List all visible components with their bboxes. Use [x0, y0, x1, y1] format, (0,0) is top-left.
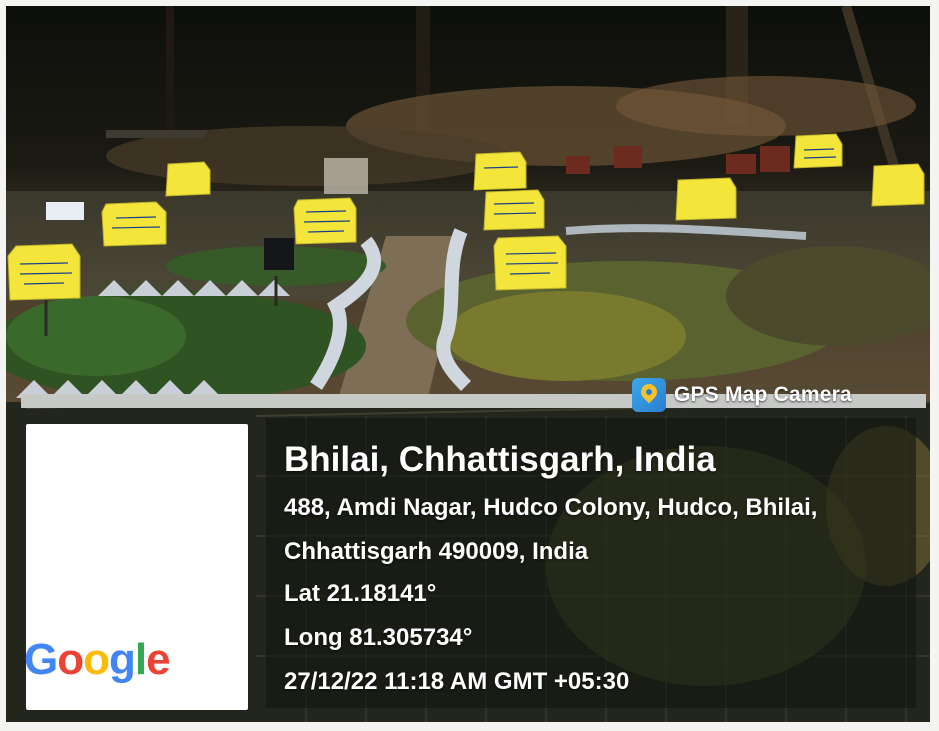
location-title: Bhilai, Chhattisgarh, India — [284, 440, 716, 479]
google-logo-letter: l — [134, 635, 147, 684]
google-logo-letter: o — [83, 635, 110, 684]
google-logo: Google — [24, 638, 194, 682]
address-line-1: 488, Amdi Nagar, Hudco Colony, Hudco, Bh… — [284, 494, 818, 521]
gps-map-camera-watermark: GPS Map Camera — [632, 376, 852, 414]
google-logo-letter: g — [109, 635, 136, 684]
address-line-2: Chhattisgarh 490009, India — [284, 538, 589, 565]
google-logo-letter: e — [146, 635, 171, 684]
longitude-text: Long 81.305734° — [284, 624, 473, 651]
latitude-text: Lat 21.18141° — [284, 580, 437, 607]
datetime-text: 27/12/22 11:18 AM GMT +05:30 — [284, 668, 630, 695]
google-logo-letter: G — [24, 635, 58, 684]
watermark-label: GPS Map Camera — [674, 383, 852, 406]
google-logo-letter: o — [57, 635, 84, 684]
gps-map-camera-icon — [632, 378, 666, 412]
